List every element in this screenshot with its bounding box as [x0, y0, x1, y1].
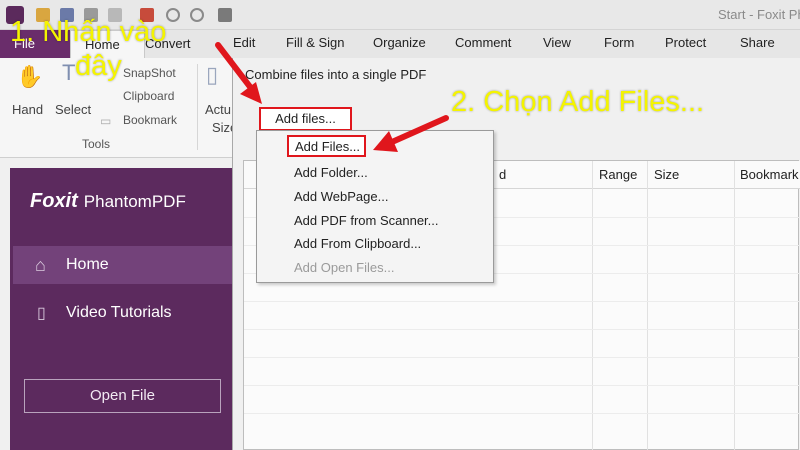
snapshot-button[interactable]: SnapShot	[123, 66, 176, 80]
annotation-step-1: 1. Nhấn vào	[10, 16, 167, 48]
column-divider	[647, 161, 648, 450]
row-divider	[244, 301, 800, 302]
book-icon: ▯	[37, 305, 46, 322]
column-header-size[interactable]: Size	[654, 167, 679, 182]
bookmark-button[interactable]: Bookmark	[123, 113, 177, 127]
tab-protect[interactable]: Protect	[665, 35, 706, 50]
sidebar-panel: Foxit PhantomPDF ⌂ Home ▯ Video Tutorials…	[10, 168, 236, 450]
sidebar-item-video-tutorials[interactable]: ▯ Video Tutorials	[13, 296, 236, 332]
column-divider	[592, 161, 593, 450]
menu-item-add-files[interactable]: Add Files...	[287, 135, 366, 157]
column-divider	[734, 161, 735, 450]
tab-form[interactable]: Form	[604, 35, 634, 50]
product-name: PhantomPDF	[83, 192, 186, 211]
add-files-menu: Add Files... Add Folder... Add WebPage..…	[256, 130, 494, 283]
foxit-logo: Foxit PhantomPDF	[30, 190, 186, 213]
select-tool-button[interactable]: Select	[55, 102, 91, 117]
row-divider	[244, 329, 800, 330]
tab-view[interactable]: View	[543, 35, 571, 50]
actual-size-button[interactable]: Actu	[205, 102, 231, 117]
menu-item-add-webpage[interactable]: Add WebPage...	[294, 189, 388, 204]
undo-icon[interactable]	[166, 8, 180, 22]
menu-item-add-folder[interactable]: Add Folder...	[294, 165, 368, 180]
actual-size-icon: ▯	[206, 62, 219, 87]
home-icon: ⌂	[35, 255, 46, 275]
start-sidebar: Foxit PhantomPDF ⌂ Home ▯ Video Tutorials…	[0, 158, 236, 450]
clipboard-button[interactable]: Clipboard	[123, 89, 174, 103]
column-header-name[interactable]: d	[499, 167, 506, 182]
tab-share[interactable]: Share	[740, 35, 775, 50]
window-title: Start - Foxit Ph	[718, 7, 800, 22]
hand-tool-icon[interactable]	[218, 8, 232, 22]
tools-group-label: Tools	[82, 137, 111, 151]
redo-icon[interactable]	[190, 8, 204, 22]
hand-icon: ✋	[16, 64, 44, 89]
sidebar-item-home[interactable]: ⌂ Home	[13, 246, 236, 284]
sidebar-item-label: Video Tutorials	[66, 304, 172, 321]
open-file-button[interactable]: Open File	[24, 379, 221, 413]
row-divider	[244, 357, 800, 358]
column-header-range[interactable]: Range	[599, 167, 637, 182]
row-divider	[244, 413, 800, 414]
annotation-step-1-continued: đây	[75, 50, 122, 82]
menu-item-add-from-clipboard[interactable]: Add From Clipboard...	[294, 236, 421, 251]
bookmark-icon: ▭	[100, 114, 112, 128]
select-text-icon: T	[62, 60, 76, 85]
row-divider	[244, 385, 800, 386]
menu-item-add-pdf-from-scanner[interactable]: Add PDF from Scanner...	[294, 213, 439, 228]
dialog-title: Combine files into a single PDF	[245, 67, 427, 82]
ribbon-separator	[197, 64, 198, 150]
add-files-dropdown-button[interactable]: Add files...	[259, 107, 352, 131]
column-header-bookmark[interactable]: Bookmark	[740, 167, 799, 182]
tab-organize[interactable]: Organize	[373, 35, 426, 50]
hand-tool-button[interactable]: Hand	[12, 102, 43, 117]
tab-comment[interactable]: Comment	[455, 35, 511, 50]
sidebar-item-label: Home	[66, 256, 109, 273]
menu-item-add-open-files: Add Open Files...	[294, 260, 395, 275]
tab-fill-sign[interactable]: Fill & Sign	[286, 35, 345, 50]
annotation-step-2: 2. Chọn Add Files...	[451, 86, 705, 118]
brand-name: Foxit	[30, 190, 78, 212]
tab-edit[interactable]: Edit	[233, 35, 255, 50]
